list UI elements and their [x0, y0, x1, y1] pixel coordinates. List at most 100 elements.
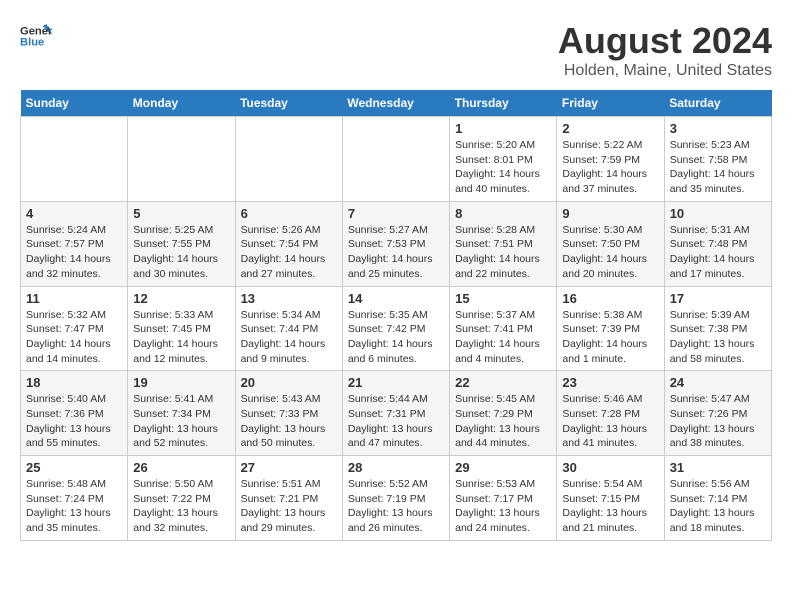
week-row-1: 1Sunrise: 5:20 AMSunset: 8:01 PMDaylight… [21, 117, 772, 202]
day-number: 4 [26, 206, 122, 221]
calendar-cell [342, 117, 449, 202]
day-info: Sunrise: 5:38 AMSunset: 7:39 PMDaylight:… [562, 308, 658, 367]
calendar-cell: 23Sunrise: 5:46 AMSunset: 7:28 PMDayligh… [557, 371, 664, 456]
calendar-cell: 2 Sunrise: 5:22 AMSunset: 7:59 PMDaylight… [557, 117, 664, 202]
day-info: Sunrise: 5:56 AMSunset: 7:14 PMDaylight:… [670, 477, 766, 536]
calendar-cell [235, 117, 342, 202]
day-number: 9 [562, 206, 658, 221]
calendar-cell: 19 Sunrise: 5:41 AMSunset: 7:34 PMDayligh… [128, 371, 235, 456]
day-info: Sunrise: 5:39 AMSunset: 7:38 PMDaylight:… [670, 308, 766, 367]
day-info: Sunrise: 5:52 AMSunset: 7:19 PMDaylight:… [348, 477, 444, 536]
calendar-cell: 7 Sunrise: 5:27 AMSunset: 7:53 PMDaylight… [342, 201, 449, 286]
day-number: 31 [670, 460, 766, 475]
calendar-cell: 8Sunrise: 5:28 AMSunset: 7:51 PMDaylight… [450, 201, 557, 286]
day-number: 22 [455, 375, 551, 390]
main-title: August 2024 [558, 20, 772, 62]
calendar-cell: 15 Sunrise: 5:37 AMSunset: 7:41 PMDayligh… [450, 286, 557, 371]
day-number: 16 [562, 291, 658, 306]
day-info: Sunrise: 5:45 AMSunset: 7:29 PMDaylight:… [455, 392, 551, 451]
day-number: 19 [133, 375, 229, 390]
day-info: Sunrise: 5:27 AMSunset: 7:53 PMDaylight:… [348, 223, 444, 282]
day-number: 5 [133, 206, 229, 221]
calendar-cell: 27Sunrise: 5:51 AMSunset: 7:21 PMDayligh… [235, 456, 342, 541]
calendar-cell: 22 Sunrise: 5:45 AMSunset: 7:29 PMDayligh… [450, 371, 557, 456]
day-header-tuesday: Tuesday [235, 90, 342, 117]
day-info: Sunrise: 5:35 AMSunset: 7:42 PMDaylight:… [348, 308, 444, 367]
day-info: Sunrise: 5:20 AMSunset: 8:01 PMDaylight:… [455, 138, 551, 197]
day-number: 28 [348, 460, 444, 475]
day-number: 11 [26, 291, 122, 306]
day-info: Sunrise: 5:22 AMSunset: 7:59 PMDaylight:… [562, 138, 658, 197]
calendar-body: 1Sunrise: 5:20 AMSunset: 8:01 PMDaylight… [21, 117, 772, 541]
day-header-monday: Monday [128, 90, 235, 117]
day-info: Sunrise: 5:50 AMSunset: 7:22 PMDaylight:… [133, 477, 229, 536]
day-number: 20 [241, 375, 337, 390]
day-info: Sunrise: 5:54 AMSunset: 7:15 PMDaylight:… [562, 477, 658, 536]
calendar-cell: 1Sunrise: 5:20 AMSunset: 8:01 PMDaylight… [450, 117, 557, 202]
logo: General Blue [20, 20, 52, 52]
day-number: 3 [670, 121, 766, 136]
calendar-cell [21, 117, 128, 202]
day-number: 13 [241, 291, 337, 306]
day-info: Sunrise: 5:23 AMSunset: 7:58 PMDaylight:… [670, 138, 766, 197]
day-header-thursday: Thursday [450, 90, 557, 117]
calendar-cell [128, 117, 235, 202]
day-info: Sunrise: 5:40 AMSunset: 7:36 PMDaylight:… [26, 392, 122, 451]
week-row-2: 4 Sunrise: 5:24 AMSunset: 7:57 PMDaylight… [21, 201, 772, 286]
calendar-cell: 26Sunrise: 5:50 AMSunset: 7:22 PMDayligh… [128, 456, 235, 541]
calendar-cell: 21Sunrise: 5:44 AMSunset: 7:31 PMDayligh… [342, 371, 449, 456]
calendar-cell: 30Sunrise: 5:54 AMSunset: 7:15 PMDayligh… [557, 456, 664, 541]
day-number: 7 [348, 206, 444, 221]
calendar-cell: 20Sunrise: 5:43 AMSunset: 7:33 PMDayligh… [235, 371, 342, 456]
calendar-header-row: SundayMondayTuesdayWednesdayThursdayFrid… [21, 90, 772, 117]
calendar-cell: 12Sunrise: 5:33 AMSunset: 7:45 PMDayligh… [128, 286, 235, 371]
day-number: 15 [455, 291, 551, 306]
logo-icon: General Blue [20, 20, 52, 52]
day-info: Sunrise: 5:48 AMSunset: 7:24 PMDaylight:… [26, 477, 122, 536]
day-info: Sunrise: 5:44 AMSunset: 7:31 PMDaylight:… [348, 392, 444, 451]
calendar-cell: 16 Sunrise: 5:38 AMSunset: 7:39 PMDayligh… [557, 286, 664, 371]
day-number: 29 [455, 460, 551, 475]
day-number: 27 [241, 460, 337, 475]
week-row-4: 18 Sunrise: 5:40 AMSunset: 7:36 PMDayligh… [21, 371, 772, 456]
day-info: Sunrise: 5:31 AMSunset: 7:48 PMDaylight:… [670, 223, 766, 282]
day-number: 2 [562, 121, 658, 136]
calendar-cell: 9 Sunrise: 5:30 AMSunset: 7:50 PMDaylight… [557, 201, 664, 286]
day-info: Sunrise: 5:41 AMSunset: 7:34 PMDaylight:… [133, 392, 229, 451]
calendar-cell: 3 Sunrise: 5:23 AMSunset: 7:58 PMDaylight… [664, 117, 771, 202]
day-info: Sunrise: 5:34 AMSunset: 7:44 PMDaylight:… [241, 308, 337, 367]
calendar-cell: 17Sunrise: 5:39 AMSunset: 7:38 PMDayligh… [664, 286, 771, 371]
calendar-cell: 14Sunrise: 5:35 AMSunset: 7:42 PMDayligh… [342, 286, 449, 371]
day-info: Sunrise: 5:25 AMSunset: 7:55 PMDaylight:… [133, 223, 229, 282]
subtitle: Holden, Maine, United States [558, 62, 772, 80]
day-number: 8 [455, 206, 551, 221]
calendar-cell: 29 Sunrise: 5:53 AMSunset: 7:17 PMDayligh… [450, 456, 557, 541]
calendar-cell: 4 Sunrise: 5:24 AMSunset: 7:57 PMDaylight… [21, 201, 128, 286]
page-header: General Blue August 2024 Holden, Maine, … [20, 20, 772, 80]
calendar-cell: 24Sunrise: 5:47 AMSunset: 7:26 PMDayligh… [664, 371, 771, 456]
day-info: Sunrise: 5:37 AMSunset: 7:41 PMDaylight:… [455, 308, 551, 367]
day-info: Sunrise: 5:30 AMSunset: 7:50 PMDaylight:… [562, 223, 658, 282]
calendar-cell: 31 Sunrise: 5:56 AMSunset: 7:14 PMDayligh… [664, 456, 771, 541]
week-row-5: 25 Sunrise: 5:48 AMSunset: 7:24 PMDayligh… [21, 456, 772, 541]
day-number: 25 [26, 460, 122, 475]
calendar-table: SundayMondayTuesdayWednesdayThursdayFrid… [20, 90, 772, 541]
calendar-cell: 13 Sunrise: 5:34 AMSunset: 7:44 PMDayligh… [235, 286, 342, 371]
day-info: Sunrise: 5:24 AMSunset: 7:57 PMDaylight:… [26, 223, 122, 282]
day-header-sunday: Sunday [21, 90, 128, 117]
day-info: Sunrise: 5:26 AMSunset: 7:54 PMDaylight:… [241, 223, 337, 282]
calendar-cell: 5 Sunrise: 5:25 AMSunset: 7:55 PMDaylight… [128, 201, 235, 286]
day-number: 12 [133, 291, 229, 306]
calendar-cell: 18 Sunrise: 5:40 AMSunset: 7:36 PMDayligh… [21, 371, 128, 456]
svg-text:Blue: Blue [20, 37, 44, 49]
day-number: 24 [670, 375, 766, 390]
day-info: Sunrise: 5:53 AMSunset: 7:17 PMDaylight:… [455, 477, 551, 536]
calendar-cell: 6 Sunrise: 5:26 AMSunset: 7:54 PMDaylight… [235, 201, 342, 286]
day-number: 18 [26, 375, 122, 390]
calendar-cell: 11 Sunrise: 5:32 AMSunset: 7:47 PMDayligh… [21, 286, 128, 371]
day-number: 6 [241, 206, 337, 221]
title-block: August 2024 Holden, Maine, United States [558, 20, 772, 80]
day-info: Sunrise: 5:32 AMSunset: 7:47 PMDaylight:… [26, 308, 122, 367]
day-info: Sunrise: 5:46 AMSunset: 7:28 PMDaylight:… [562, 392, 658, 451]
week-row-3: 11 Sunrise: 5:32 AMSunset: 7:47 PMDayligh… [21, 286, 772, 371]
